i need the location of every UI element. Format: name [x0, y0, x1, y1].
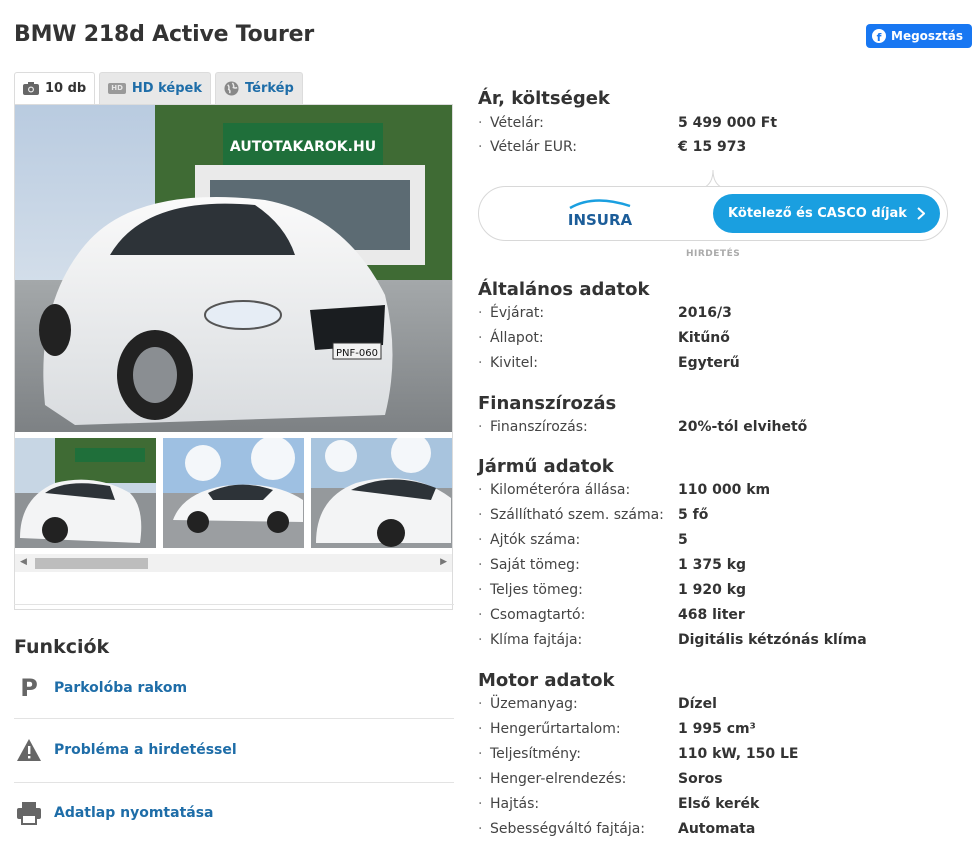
- spec-row: · Szállítható szem. száma: 5 fő: [478, 507, 709, 523]
- insura-logo: INSURA: [568, 199, 633, 229]
- svg-text:INSURA: INSURA: [568, 211, 633, 229]
- thumbnail-strip: [15, 438, 452, 548]
- spec-row: · Ajtók száma: 5: [478, 532, 688, 548]
- spec-row: · Finanszírozás: 20%-tól elvihető: [478, 419, 808, 435]
- vehicle-title: Jármű adatok: [478, 456, 614, 477]
- spec-row: · Csomagtartó: 468 liter: [478, 607, 745, 623]
- share-button[interactable]: f Megosztás: [866, 24, 972, 48]
- scroll-thumb[interactable]: [35, 558, 148, 569]
- photo-gallery: 10 db HD HD képek Térkép AUTOTAKAROK.HU …: [14, 72, 453, 610]
- financing-title: Finanszírozás: [478, 393, 617, 414]
- report-problem-link[interactable]: Probléma a hirdetéssel: [16, 737, 237, 763]
- tab-hd-label: HD képek: [131, 81, 202, 96]
- scroll-right-icon[interactable]: ▶: [440, 557, 447, 567]
- thumbnail-scrollbar[interactable]: ◀ ▶: [15, 554, 452, 572]
- divider: [14, 604, 454, 605]
- spec-row: · Évjárat: 2016/3: [478, 305, 732, 321]
- main-photo[interactable]: AUTOTAKAROK.HU PNF-060: [15, 105, 452, 432]
- warning-icon: [16, 737, 42, 763]
- spec-row: · Klíma fajtája: Digitális kétzónás klíma: [478, 632, 867, 648]
- general-title: Általános adatok: [478, 279, 650, 300]
- spec-row: · Henger-elrendezés: Soros: [478, 771, 723, 787]
- divider: [14, 782, 454, 783]
- spec-row: · Vételár EUR: € 15 973: [478, 139, 747, 155]
- hd-icon: HD: [108, 83, 126, 94]
- printer-icon: [16, 800, 42, 826]
- page-title: BMW 218d Active Tourer: [14, 22, 315, 47]
- main-photo-image: AUTOTAKAROK.HU PNF-060: [15, 105, 452, 432]
- share-button-label: Megosztás: [891, 29, 964, 43]
- tab-photos[interactable]: 10 db: [14, 72, 96, 104]
- engine-title: Motor adatok: [478, 670, 615, 691]
- print-link-label: Adatlap nyomtatása: [54, 805, 214, 821]
- spec-row: · Állapot: Kitűnő: [478, 330, 730, 346]
- gallery-frame: AUTOTAKAROK.HU PNF-060 ◀ ▶: [14, 104, 453, 610]
- camera-icon: [23, 82, 39, 95]
- spec-row: · Kilométeróra állása: 110 000 km: [478, 482, 771, 498]
- thumbnail[interactable]: [163, 438, 304, 548]
- report-problem-label: Probléma a hirdetéssel: [54, 742, 237, 758]
- spec-row: · Saját tömeg: 1 375 kg: [478, 557, 747, 573]
- chevron-right-icon: [917, 207, 925, 220]
- spec-row: · Teljesítmény: 110 kW, 150 LE: [478, 746, 799, 762]
- svg-text:AUTOTAKAROK.HU: AUTOTAKAROK.HU: [230, 139, 376, 155]
- gallery-tabs: 10 db HD HD képek Térkép: [14, 72, 453, 104]
- scroll-left-icon[interactable]: ◀: [20, 557, 27, 567]
- tab-map[interactable]: Térkép: [214, 72, 303, 104]
- spec-row: · Hengerűrtartalom: 1 995 cm³: [478, 721, 756, 737]
- ad-label: HIRDETÉS: [686, 249, 741, 259]
- costs-title: Ár, költségek: [478, 88, 610, 109]
- insurance-quote-label: Kötelező és CASCO díjak: [728, 206, 907, 221]
- thumbnail[interactable]: [311, 438, 452, 548]
- functions-title: Funkciók: [14, 636, 110, 658]
- park-link-label: Parkolóba rakom: [54, 680, 188, 696]
- globe-icon: [224, 81, 239, 96]
- spec-row: · Üzemanyag: Dízel: [478, 696, 717, 712]
- svg-text:PNF-060: PNF-060: [336, 348, 378, 359]
- parking-icon: P: [20, 674, 38, 702]
- park-link[interactable]: P Parkolóba rakom: [16, 674, 188, 702]
- tab-photos-label: 10 db: [45, 81, 87, 96]
- tab-map-label: Térkép: [244, 81, 294, 96]
- spec-row: · Sebességváltó fajtája: Automata: [478, 821, 756, 837]
- spec-row: · Teljes tömeg: 1 920 kg: [478, 582, 747, 598]
- spec-row: · Kivitel: Egyterű: [478, 355, 740, 371]
- spec-row: · Hajtás: Első kerék: [478, 796, 760, 812]
- tab-hd-images[interactable]: HD HD képek: [99, 72, 211, 104]
- divider: [14, 718, 454, 719]
- print-link[interactable]: Adatlap nyomtatása: [16, 800, 214, 826]
- spec-row: · Vételár: 5 499 000 Ft: [478, 115, 778, 131]
- insurance-quote-button[interactable]: Kötelező és CASCO díjak: [713, 194, 940, 233]
- facebook-icon: f: [872, 29, 886, 43]
- thumbnail[interactable]: [15, 438, 156, 548]
